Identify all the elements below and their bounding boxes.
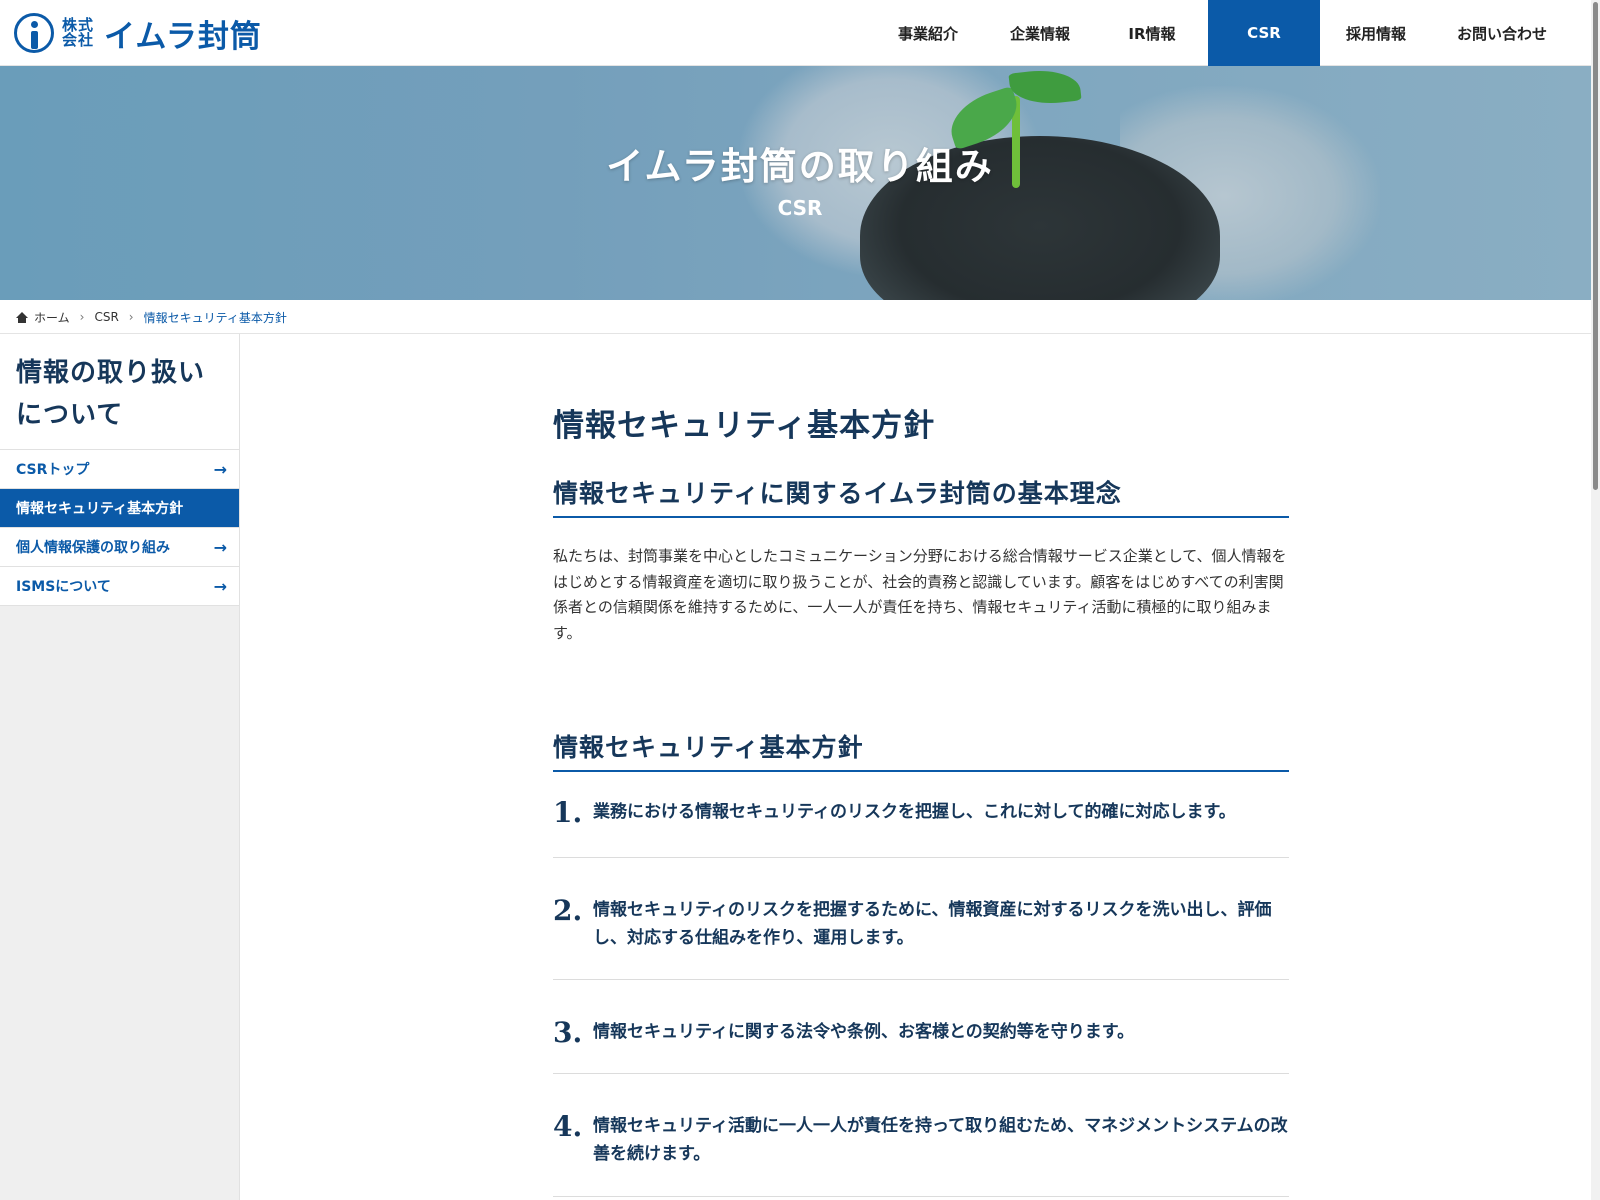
lead-paragraph: 私たちは、封筒事業を中心としたコミュニケーション分野における総合情報サービス企業… <box>553 547 1287 642</box>
list-item: 1. 業務における情報セキュリティのリスクを把握し、これに対して的確に対応します… <box>553 772 1289 859</box>
sidebar-item-isms[interactable]: ISMSについて → <box>0 567 239 606</box>
page-title: 情報セキュリティ基本方針 <box>553 408 936 444</box>
sidebar-title-line1: 情報の取り扱い <box>16 358 206 388</box>
nav-item-company[interactable]: 企業情報 <box>984 0 1096 66</box>
hero-title: イムラ封筒の取り組み <box>606 145 994 188</box>
sidebar-item-label: 個人情報保護の取り組み <box>16 540 170 556</box>
global-nav: 事業紹介 企業情報 IR情報 CSR 採用情報 お問い合わせ <box>872 0 1572 66</box>
company-logo[interactable]: 株式会社 イムラ封筒 <box>14 12 262 55</box>
policy-number: 4. <box>553 1110 583 1144</box>
list-item: 3. 情報セキュリティに関する法令や条例、お客様との契約等を守ります。 <box>553 980 1289 1075</box>
policy-text: 情報セキュリティ活動に一人一人が責任を持って取り組むため、マネジメントシステムの… <box>593 1116 1288 1165</box>
sidebar-item-label: CSRトップ <box>16 462 90 478</box>
policy-text: 情報セキュリティのリスクを把握するために、情報資産に対するリスクを洗い出し、評価… <box>593 900 1272 949</box>
arrow-right-icon: → <box>213 576 227 596</box>
sidebar-item-csr-top[interactable]: CSRトップ → <box>0 450 239 489</box>
page-scrollbar[interactable] <box>1591 0 1600 1200</box>
policy-text: 業務における情報セキュリティのリスクを把握し、これに対して的確に対応します。 <box>593 802 1236 823</box>
sidebar-title-line2: について <box>16 400 124 430</box>
policy-list: 1. 業務における情報セキュリティのリスクを把握し、これに対して的確に対応します… <box>553 772 1289 1198</box>
list-item: 4. 情報セキュリティ活動に一人一人が責任を持って取り組むため、マネジメントシス… <box>553 1074 1289 1198</box>
section-title-philosophy: 情報セキュリティに関するイムラ封筒の基本理念 <box>553 474 1289 518</box>
sidebar-item-privacy[interactable]: 個人情報保護の取り組み → <box>0 528 239 567</box>
home-icon[interactable] <box>16 311 28 323</box>
logo-mark-icon <box>14 13 54 53</box>
chevron-right-icon: › <box>128 310 134 324</box>
breadcrumb-current: 情報セキュリティ基本方針 <box>143 310 287 325</box>
arrow-right-icon: → <box>213 537 227 557</box>
policy-number: 1. <box>553 796 583 830</box>
nav-item-contact[interactable]: お問い合わせ <box>1432 0 1572 66</box>
section-title-policy: 情報セキュリティ基本方針 <box>553 728 1289 773</box>
sidebar-item-label: ISMSについて <box>16 579 111 595</box>
policy-number: 3. <box>553 1016 583 1050</box>
scrollbar-thumb[interactable] <box>1593 2 1598 490</box>
breadcrumb-csr[interactable]: CSR <box>94 310 118 324</box>
breadcrumb: ホーム › CSR › 情報セキュリティ基本方針 <box>16 308 287 326</box>
nav-item-csr[interactable]: CSR <box>1208 0 1320 66</box>
hero-banner: イムラ封筒の取り組み CSR <box>0 66 1591 300</box>
policy-number: 2. <box>553 894 583 928</box>
logo-company-name: イムラ封筒 <box>104 18 262 55</box>
site-header: 株式会社 イムラ封筒 事業紹介 企業情報 IR情報 CSR 採用情報 お問い合わ… <box>0 0 1600 66</box>
sidebar-item-label: 情報セキュリティ基本方針 <box>16 501 184 517</box>
chevron-right-icon: › <box>79 310 85 324</box>
nav-item-ir[interactable]: IR情報 <box>1096 0 1208 66</box>
breadcrumb-home[interactable]: ホーム <box>34 309 70 326</box>
main-content: 情報セキュリティ基本方針 情報セキュリティに関するイムラ封筒の基本理念 私たちは… <box>553 400 1289 1198</box>
arrow-right-icon: → <box>213 459 227 479</box>
logo-kabushikigaisha: 株式会社 <box>62 16 95 49</box>
nav-item-recruit[interactable]: 採用情報 <box>1320 0 1432 66</box>
hero-subtitle: CSR <box>777 196 823 220</box>
list-item: 2. 情報セキュリティのリスクを把握するために、情報資産に対するリスクを洗い出し… <box>553 858 1289 981</box>
nav-item-business[interactable]: 事業紹介 <box>872 0 984 66</box>
policy-text: 情報セキュリティに関する法令や条例、お客様との契約等を守ります。 <box>593 1022 1135 1043</box>
sidebar-item-security-policy[interactable]: 情報セキュリティ基本方針 <box>0 489 239 528</box>
sidebar: 情報の取り扱い について CSRトップ → 情報セキュリティ基本方針 個人情報保… <box>0 334 240 1200</box>
sidebar-header: 情報の取り扱い について <box>0 334 239 450</box>
